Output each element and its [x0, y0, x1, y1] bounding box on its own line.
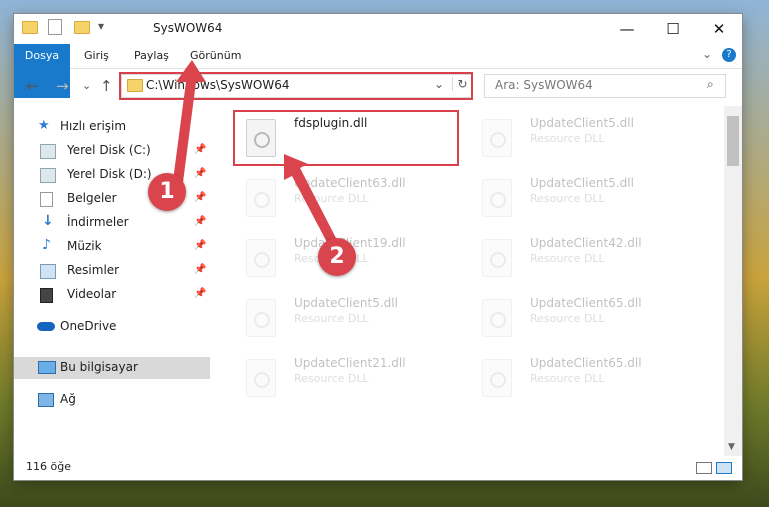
step-badge-1: 1	[148, 173, 186, 211]
step-badge-2: 2	[318, 238, 356, 276]
annotation-arrows	[172, 60, 338, 248]
arrow-1	[172, 60, 206, 190]
arrow-2	[284, 154, 338, 248]
